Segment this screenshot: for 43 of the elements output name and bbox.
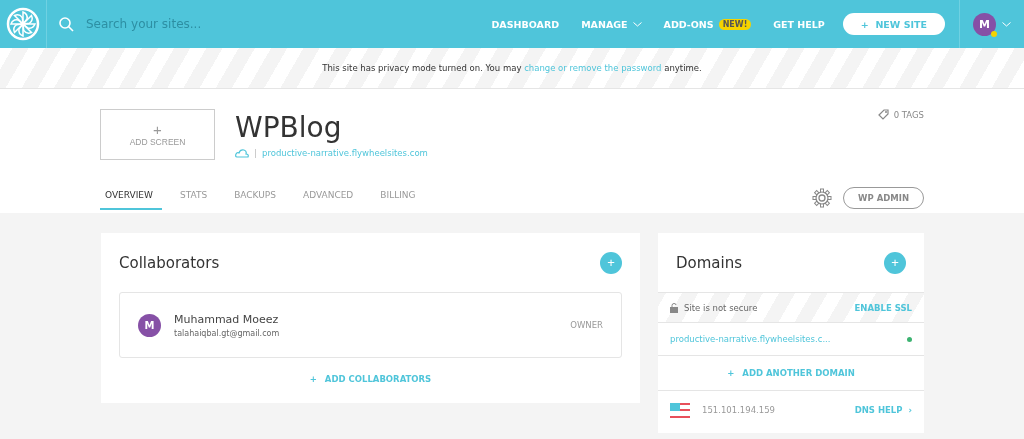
chevron-icon[interactable] [1002,21,1011,27]
site-url-link[interactable]: productive-narrative.flywheelsites.com [262,148,428,158]
add-collaborators-link[interactable]: + ADD COLLABORATORS [309,374,432,384]
card-title: Collaborators [119,253,220,272]
user-avatar[interactable]: M [973,12,996,36]
privacy-notice: This site has privacy mode turned on. You may change or remove the password anytime. [322,63,702,73]
tab[interactable]: OVERVIEW [100,182,162,210]
chevron-icon [632,21,642,27]
add-screen-button[interactable]: + ADD SCREEN [100,109,215,160]
ip-address: 151.101.194.159 [702,405,775,415]
tab[interactable]: STATS [174,182,217,210]
search-icon [59,16,74,32]
new-badge: NEW! [718,18,752,30]
tab[interactable]: BILLING [375,182,425,210]
unlocked-icon [670,302,678,313]
password-link[interactable]: change or remove the password [524,63,662,73]
nav-link[interactable]: ADD-ONS NEW! [663,18,752,30]
site-title: WPBlog [235,111,343,144]
tab[interactable]: BACKUPS [229,182,285,210]
add-button[interactable]: + [884,251,906,274]
nav-link[interactable]: DASHBOARD [491,18,560,30]
new-site-button[interactable]: + NEW SITE [842,13,945,35]
domain-link[interactable]: productive-narrative.flywheelsites.c... [670,334,831,344]
collaborator-name: Muhammad Moeez [174,312,280,326]
collaborator-email: talahaiqbal.gt@gmail.com [174,328,280,338]
role-label: OWNER [570,320,603,330]
nav-link[interactable]: MANAGE [581,18,642,30]
add-domain-link[interactable]: + ADD ANOTHER DOMAIN [727,368,855,378]
logo-icon[interactable] [5,6,41,42]
dns-help-link[interactable]: DNS HELP › [854,405,912,415]
ssl-status: Site is not secure [684,302,758,313]
add-button[interactable]: + [600,251,622,274]
cloud-icon [235,148,249,158]
card-title: Domains [676,253,743,272]
nav-link[interactable]: GET HELP [773,18,825,30]
wp-admin-button[interactable]: WP ADMIN [843,187,924,209]
user-avatar: M [138,313,161,337]
tag-icon [877,109,889,120]
enable-ssl-link[interactable]: ENABLE SSL [854,302,912,313]
flag-icon [670,402,690,418]
tab[interactable]: ADVANCED [298,182,363,210]
tags-count[interactable]: 0 TAGS [893,109,924,120]
settings-icon[interactable] [812,188,833,208]
